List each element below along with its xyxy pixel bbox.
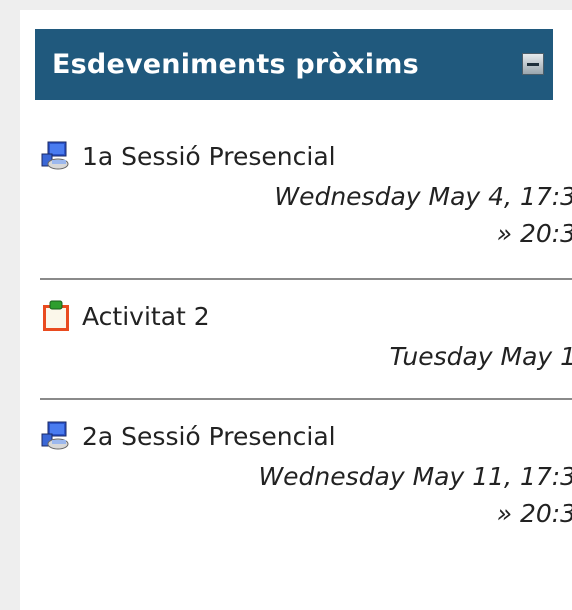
event-item: 2a Sessió Presencial Wednesday May 11, 1… xyxy=(40,420,572,528)
divider xyxy=(40,278,572,280)
event-title-link[interactable]: Activitat 2 xyxy=(82,302,210,331)
event-date: Wednesday May 11, 17:30 xyxy=(258,462,572,491)
computer-session-icon xyxy=(41,141,69,170)
computer-session-icon xyxy=(41,421,69,450)
upcoming-events-block: Esdeveniments pròxims 1a Sessió Presenci… xyxy=(20,10,572,610)
event-item: 1a Sessió Presencial Wednesday May 4, 17… xyxy=(40,140,572,248)
assignment-clipboard-icon xyxy=(43,300,69,331)
event-end-time: » 20:30 xyxy=(496,219,572,248)
event-end-time: » 20:30 xyxy=(496,499,572,528)
event-title-link[interactable]: 2a Sessió Presencial xyxy=(82,422,336,451)
collapse-minus-icon[interactable] xyxy=(522,53,544,75)
divider xyxy=(40,398,572,400)
block-title: Esdeveniments pròxims xyxy=(52,49,419,80)
event-title-link[interactable]: 1a Sessió Presencial xyxy=(82,142,336,171)
block-header: Esdeveniments pròxims xyxy=(35,29,553,100)
event-item: Activitat 2 Tuesday May 10 xyxy=(40,300,572,371)
event-date: Tuesday May 10 xyxy=(389,342,572,371)
event-date: Wednesday May 4, 17:30 xyxy=(274,182,572,211)
